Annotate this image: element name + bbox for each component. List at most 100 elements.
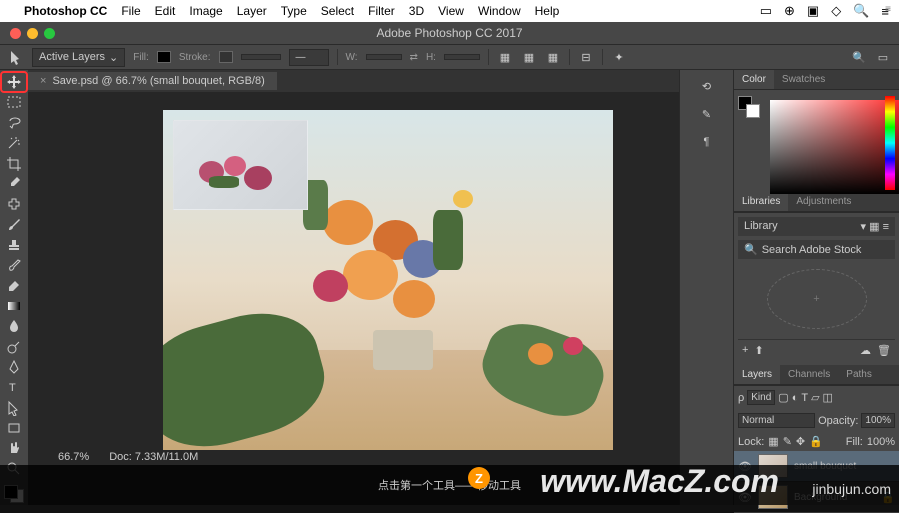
pen-tool[interactable] (2, 358, 26, 376)
color-panel (734, 90, 899, 192)
menu-select[interactable]: Select (321, 4, 354, 18)
panel-menu-icon[interactable]: ≡ (885, 4, 891, 15)
align-right-icon[interactable]: ▦ (545, 49, 561, 65)
crop-tool[interactable] (2, 154, 26, 172)
path-select-tool[interactable] (2, 399, 26, 417)
stock-search-input[interactable]: 🔍Search Adobe Stock (738, 240, 895, 259)
gradient-tool[interactable] (2, 297, 26, 315)
close-window-button[interactable] (10, 28, 21, 39)
wifi-icon[interactable]: ◇ (831, 3, 841, 19)
eraser-tool[interactable] (2, 276, 26, 294)
magic-wand-tool[interactable] (2, 134, 26, 152)
plus-icon: + (813, 293, 819, 305)
app-menu[interactable]: Photoshop CC (24, 4, 107, 18)
marquee-tool[interactable] (2, 93, 26, 111)
rectangle-tool[interactable] (2, 419, 26, 437)
zoom-level[interactable]: 66.7% (58, 451, 89, 463)
lock-transparency-icon[interactable]: ▦ (768, 435, 778, 448)
layer-filter-kind[interactable]: Kind (747, 390, 775, 405)
libraries-tab[interactable]: Libraries (734, 192, 788, 211)
width-input[interactable] (366, 54, 402, 60)
menu-layer[interactable]: Layer (237, 4, 267, 18)
layer-inset-bouquet[interactable] (173, 120, 308, 210)
healing-tool[interactable] (2, 195, 26, 213)
minimize-window-button[interactable] (27, 28, 38, 39)
stroke-swatch[interactable] (219, 51, 233, 63)
panels: Color Swatches ≡ Libraries Adjustments ≡… (733, 70, 899, 505)
menu-edit[interactable]: Edit (155, 4, 176, 18)
link-wh-icon[interactable]: ⇄ (410, 52, 418, 63)
hue-slider[interactable] (885, 96, 895, 190)
spotlight-icon[interactable]: 🔍 (853, 3, 869, 19)
menu-image[interactable]: Image (189, 4, 222, 18)
trash-icon[interactable]: 🗑 (877, 344, 891, 357)
lock-all-icon[interactable]: 🔒 (809, 435, 823, 448)
sync-icon[interactable]: ☁ (860, 344, 871, 357)
align-center-icon[interactable]: ▦ (521, 49, 537, 65)
lock-position-icon[interactable]: ✥ (796, 435, 805, 448)
active-layers-dropdown[interactable]: Active Layers⌄ (32, 48, 125, 67)
badge-icon: Z (468, 467, 490, 489)
blend-mode-dropdown[interactable]: Normal (738, 413, 815, 428)
brush-panel-icon[interactable]: ✎ (696, 104, 718, 124)
stamp-tool[interactable] (2, 236, 26, 254)
doc-info[interactable]: Doc: 7.33M/11.0M (109, 451, 198, 463)
color-picker[interactable] (770, 100, 899, 194)
lasso-tool[interactable] (2, 114, 26, 132)
add-library-icon[interactable]: + (742, 344, 748, 357)
display-icon[interactable]: ▭ (760, 3, 772, 19)
canvas[interactable] (163, 110, 613, 450)
search-icon[interactable]: 🔍 (851, 49, 867, 65)
blur-tool[interactable] (2, 317, 26, 335)
dodge-tool[interactable] (2, 337, 26, 355)
filter-adjust-icon[interactable]: ◐ (792, 392, 799, 404)
color-tab[interactable]: Color (734, 70, 774, 89)
filter-smart-icon[interactable]: ◫ (823, 391, 833, 404)
close-tab-icon[interactable]: × (40, 75, 46, 87)
type-tool[interactable]: T (2, 378, 26, 396)
layers-tab[interactable]: Layers (734, 365, 780, 384)
library-dropdown[interactable]: Library▾ ▦ ≡ (738, 217, 895, 236)
hand-tool[interactable] (2, 439, 26, 457)
canvas-area[interactable]: × Save.psd @ 66.7% (small bouquet, RGB/8… (28, 70, 679, 505)
upload-library-icon[interactable]: ⬆ (754, 344, 763, 357)
airplay-icon[interactable]: ⊕ (784, 3, 795, 19)
document-tab[interactable]: × Save.psd @ 66.7% (small bouquet, RGB/8… (28, 72, 277, 90)
character-panel-icon[interactable]: ¶ (696, 132, 718, 152)
stroke-style-dropdown[interactable]: — (289, 49, 329, 66)
height-input[interactable] (444, 54, 480, 60)
swatches-tab[interactable]: Swatches (774, 70, 833, 89)
gear-icon[interactable]: ✦ (611, 49, 627, 65)
opacity-input[interactable]: 100% (861, 413, 895, 428)
history-panel-icon[interactable]: ⟲ (696, 76, 718, 96)
filter-type-icon[interactable]: T (801, 392, 808, 404)
eyedropper-tool[interactable] (2, 175, 26, 193)
channels-tab[interactable]: Channels (780, 365, 838, 384)
menu-type[interactable]: Type (281, 4, 307, 18)
video-icon[interactable]: ▣ (807, 3, 819, 19)
fill-input[interactable]: 100% (867, 436, 895, 448)
filter-pixel-icon[interactable]: ▢ (778, 391, 788, 404)
paths-tab[interactable]: Paths (838, 365, 880, 384)
maximize-window-button[interactable] (44, 28, 55, 39)
brush-tool[interactable] (2, 215, 26, 233)
path-align-icon[interactable]: ⊟ (578, 49, 594, 65)
workspace-icon[interactable]: ▭ (875, 49, 891, 65)
search-icon: 🔍 (744, 243, 758, 256)
menu-file[interactable]: File (121, 4, 140, 18)
align-left-icon[interactable]: ▦ (497, 49, 513, 65)
menu-help[interactable]: Help (535, 4, 560, 18)
menu-3d[interactable]: 3D (409, 4, 424, 18)
history-brush-tool[interactable] (2, 256, 26, 274)
library-dropzone[interactable]: + (767, 269, 867, 329)
filter-shape-icon[interactable]: ▱ (811, 391, 819, 404)
menu-window[interactable]: Window (478, 4, 521, 18)
menu-view[interactable]: View (438, 4, 464, 18)
adjustments-tab[interactable]: Adjustments (788, 192, 859, 211)
lock-pixels-icon[interactable]: ✎ (783, 435, 792, 448)
stroke-width-input[interactable] (241, 54, 281, 60)
fill-swatch[interactable] (157, 51, 171, 63)
move-tool[interactable] (2, 73, 26, 91)
pointer-icon[interactable] (8, 49, 24, 65)
menu-filter[interactable]: Filter (368, 4, 395, 18)
